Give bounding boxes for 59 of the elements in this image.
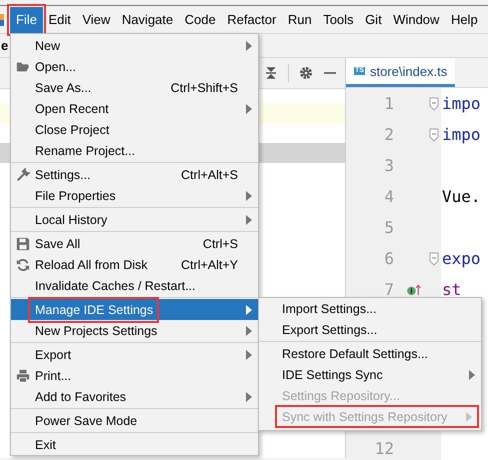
line-number: 3 [383,156,395,175]
fold-icon[interactable] [429,96,439,110]
menu-item[interactable]: Print... [11,365,258,386]
folder-icon [16,60,30,74]
settings-icon[interactable] [299,66,313,80]
menu-item[interactable]: Invalidate Caches / Restart... [11,275,258,296]
menu-item[interactable]: Restore Default Settings... [259,343,481,364]
menu-bar-item[interactable]: File [10,6,43,32]
menu-item[interactable]: Export Settings... [259,319,481,340]
menu-item[interactable]: Import Settings... [259,298,481,319]
line-number: 7 [383,280,395,299]
line-number: 4 [383,187,395,206]
menu-item[interactable]: Open... [11,56,258,77]
menu-bar-item[interactable]: Code [178,6,222,32]
wrench-icon [16,168,30,182]
menu-bar-item[interactable]: Git [359,6,388,32]
menu-item[interactable]: Local History [11,209,258,230]
menu-bar-item[interactable]: Run [282,6,318,32]
menu-item[interactable]: Save As... Ctrl+Shift+S [11,77,258,98]
menu-item[interactable]: Exit [11,434,258,455]
menu-bar-item[interactable]: Edit [42,6,77,32]
code-text: expo [442,249,481,268]
line-number: 5 [383,218,395,237]
menu-item[interactable]: File Properties [11,185,258,206]
line-number: 12 [374,439,395,458]
menu-bar-item[interactable]: Tools [317,6,360,32]
app-icon [0,14,4,26]
menu-item[interactable]: Add to Favorites [11,386,258,407]
menu-bar-item[interactable]: Window [387,6,446,32]
project-title: e [1,38,8,53]
menu-item[interactable]: Rename Project... [11,140,258,161]
menu-item[interactable]: Export [11,344,258,365]
line-number: 1 [383,94,395,113]
menu-item[interactable]: Open Recent [11,98,258,119]
menu-bar-item[interactable]: View [76,6,116,32]
reload-icon [16,258,30,272]
implemented-marker-icon[interactable] [406,284,422,296]
menu-item[interactable]: IDE Settings Sync [259,364,481,385]
menu-item[interactable]: Close Project [11,119,258,140]
printer-icon [16,368,30,382]
menu-bar-item[interactable]: Navigate [116,6,180,32]
fold-icon[interactable] [429,128,439,142]
code-text: Vue. [442,187,481,206]
menu-item[interactable]: New Projects Settings [11,320,258,341]
line-number: 2 [383,125,395,144]
code-text: impo [442,125,481,144]
menu-item[interactable]: Save All Ctrl+S [11,233,258,254]
menu-item[interactable]: Settings... Ctrl+Alt+S [11,164,258,185]
menu-item[interactable]: New [11,35,258,56]
menu-item[interactable]: Power Save Mode [11,410,258,431]
code-text: impo [442,94,481,113]
fold-icon[interactable] [429,252,439,266]
menu-item[interactable]: Reload All from Disk Ctrl+Alt+Y [11,254,258,275]
line-number: 6 [383,249,395,268]
menu-bar-item[interactable]: Help [444,6,484,32]
code-text: st [442,280,462,299]
menu-bar-item[interactable]: Refactor [221,6,282,32]
collapse-all-icon[interactable] [264,66,278,80]
menu-item[interactable]: Manage IDE Settings [11,299,258,320]
